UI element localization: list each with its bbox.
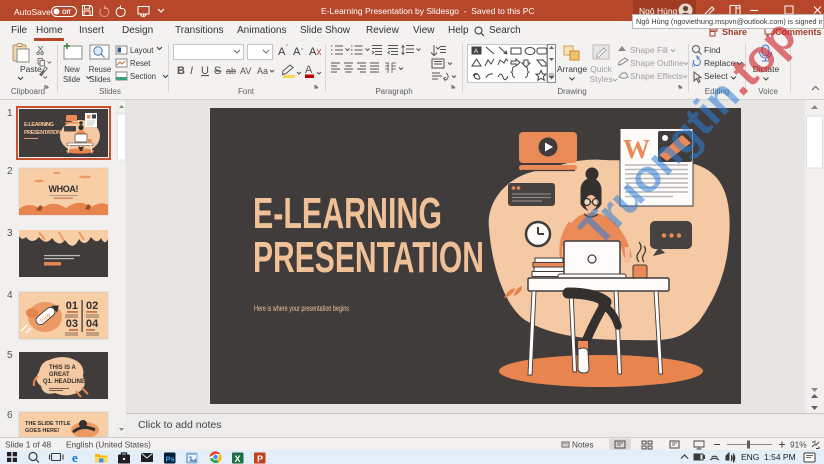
svg-text:6: 6 [7, 410, 13, 421]
svg-text:Styles: Styles [589, 74, 612, 84]
svg-text:THE SLIDE TITLE: THE SLIDE TITLE [25, 421, 71, 427]
svg-text:Section: Section [130, 72, 156, 81]
svg-text:English (United States): English (United States) [66, 440, 151, 450]
svg-text:Quick: Quick [590, 64, 612, 74]
svg-text:Drawing: Drawing [557, 87, 586, 96]
svg-text:I: I [190, 65, 193, 77]
svg-text:ENG: ENG [741, 452, 759, 462]
svg-text:Reuse: Reuse [89, 65, 112, 74]
svg-text:X: X [235, 454, 241, 464]
svg-text:S: S [214, 65, 221, 77]
svg-text:Shape Fill: Shape Fill [630, 45, 668, 55]
svg-text:Here is where your presentatio: Here is where your presentation begins [254, 304, 349, 313]
svg-text:Paste: Paste [20, 64, 42, 74]
svg-text:GOES HERE!: GOES HERE! [25, 428, 60, 434]
svg-text:4: 4 [7, 290, 13, 301]
svg-text:Find: Find [704, 45, 721, 55]
svg-text:GREAT: GREAT [49, 372, 70, 378]
svg-text:Reset: Reset [130, 59, 151, 68]
svg-text:A: A [305, 64, 313, 76]
svg-text:b: b [692, 63, 695, 69]
svg-text:A: A [309, 46, 317, 58]
svg-text:E-LEARNING: E-LEARNING [253, 189, 442, 238]
svg-text:e: e [72, 450, 78, 464]
svg-text:P: P [257, 454, 263, 464]
svg-text:U: U [201, 65, 209, 77]
svg-text:1: 1 [7, 108, 13, 119]
svg-text:Arrange: Arrange [557, 64, 588, 74]
svg-text:WHOA!: WHOA! [49, 184, 79, 194]
svg-text:B: B [177, 65, 185, 77]
svg-text:A: A [278, 46, 286, 58]
svg-text:Notes: Notes [572, 440, 594, 450]
svg-text:Layout: Layout [130, 46, 154, 55]
svg-text:Shape Outline: Shape Outline [630, 58, 684, 68]
svg-text:3: 3 [7, 228, 13, 239]
svg-text:Off: Off [62, 10, 72, 16]
svg-text:New: New [64, 65, 80, 74]
svg-text:A: A [474, 48, 479, 55]
svg-text:5: 5 [7, 350, 13, 361]
svg-text:1:54 PM: 1:54 PM [764, 452, 796, 462]
svg-text:THIS IS A: THIS IS A [49, 365, 76, 371]
svg-text:Font: Font [238, 87, 255, 96]
svg-text:AV: AV [240, 66, 251, 76]
svg-text:Aa: Aa [257, 66, 268, 76]
svg-text:Slides: Slides [89, 75, 110, 84]
svg-text:01: 01 [66, 300, 78, 312]
svg-text:E-LEARNING: E-LEARNING [24, 122, 54, 128]
svg-text:Slide: Slide [63, 75, 80, 84]
svg-text:PRESENTATION: PRESENTATION [24, 130, 61, 136]
svg-text:Shape Effects: Shape Effects [630, 71, 683, 81]
svg-text:Clipboard: Clipboard [11, 87, 45, 96]
svg-text:Slides: Slides [99, 87, 121, 96]
svg-text:ˇ: ˇ [301, 49, 304, 56]
svg-text:Slide 1 of 48: Slide 1 of 48 [5, 440, 52, 450]
svg-text:PRESENTATION: PRESENTATION [253, 233, 484, 282]
svg-text:Paragraph: Paragraph [375, 87, 412, 96]
svg-text:2: 2 [7, 166, 13, 177]
svg-text:91%: 91% [790, 440, 807, 450]
svg-text:Ps: Ps [166, 455, 175, 464]
svg-text:Q1. HEADLINE: Q1. HEADLINE [43, 379, 85, 385]
svg-text:A: A [293, 46, 301, 58]
svg-text:ˆ: ˆ [286, 45, 289, 52]
svg-text:03: 03 [66, 318, 78, 330]
svg-text:04: 04 [86, 318, 99, 330]
svg-text:02: 02 [86, 300, 98, 312]
svg-text:ab: ab [226, 66, 236, 76]
